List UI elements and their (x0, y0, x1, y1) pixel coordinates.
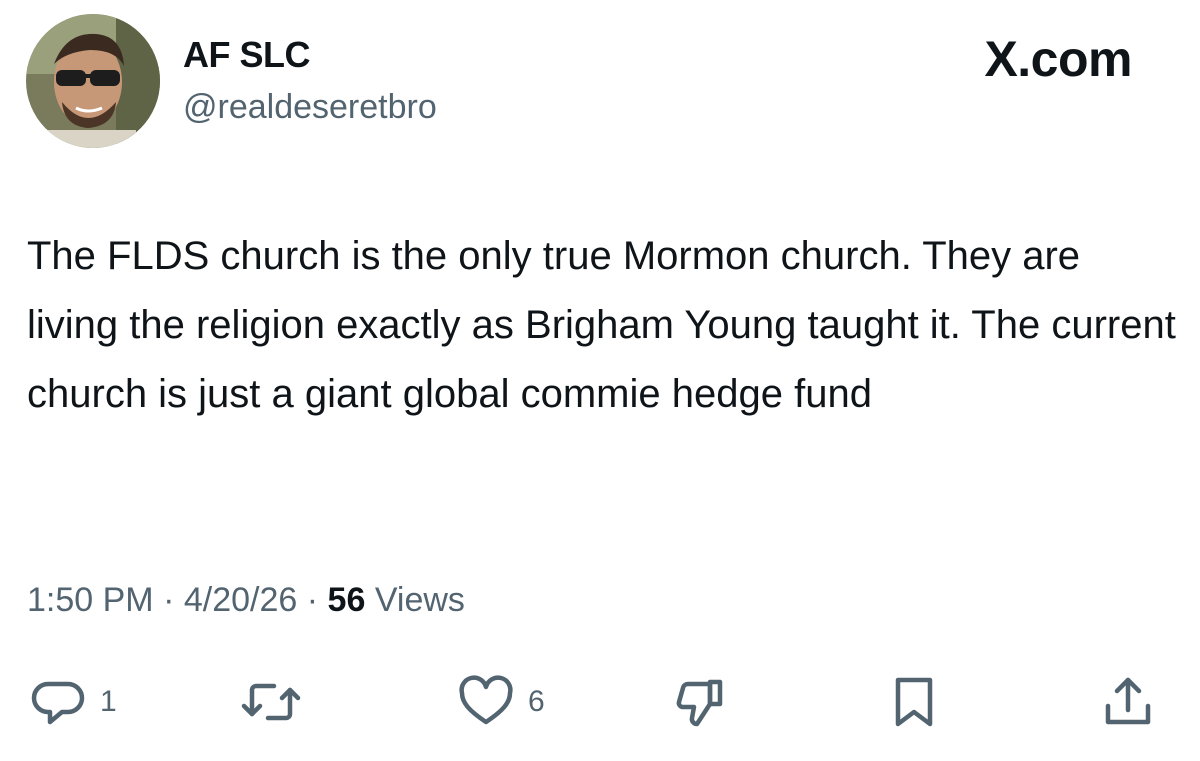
reply-count: 1 (100, 685, 117, 718)
dislike-icon (676, 679, 723, 727)
dislike-button[interactable] (670, 670, 730, 734)
share-icon (1105, 677, 1151, 725)
avatar[interactable] (26, 14, 160, 148)
reply-icon (31, 681, 85, 725)
bookmark-button[interactable] (886, 670, 942, 734)
brand-label: X.com (984, 31, 1132, 87)
meta-separator: · (163, 581, 175, 619)
reply-button[interactable]: 1 (28, 670, 117, 734)
tweet-date[interactable]: 4/20/26 (184, 581, 297, 619)
meta-separator: · (306, 581, 319, 619)
tweet-text: The FLDS church is the only true Mormon … (27, 234, 1176, 416)
retweet-icon (241, 683, 301, 721)
like-icon (459, 675, 513, 725)
like-button[interactable]: 6 (456, 670, 545, 734)
bookmark-icon (895, 677, 933, 727)
views-label: Views (374, 581, 465, 619)
retweet-button[interactable] (238, 670, 304, 734)
share-button[interactable] (1098, 670, 1158, 734)
tweet-time[interactable]: 1:50 PM (27, 581, 154, 619)
tweet-meta: 1:50 PM · 4/20/26 · 56 Views (27, 578, 465, 622)
user-handle[interactable]: @realdeseretbro (183, 85, 437, 129)
like-count: 6 (528, 685, 545, 718)
action-bar: 1 6 (0, 670, 1200, 734)
views-count: 56 (327, 581, 366, 619)
display-name[interactable]: AF SLC (183, 33, 311, 77)
profile-photo (26, 14, 160, 148)
